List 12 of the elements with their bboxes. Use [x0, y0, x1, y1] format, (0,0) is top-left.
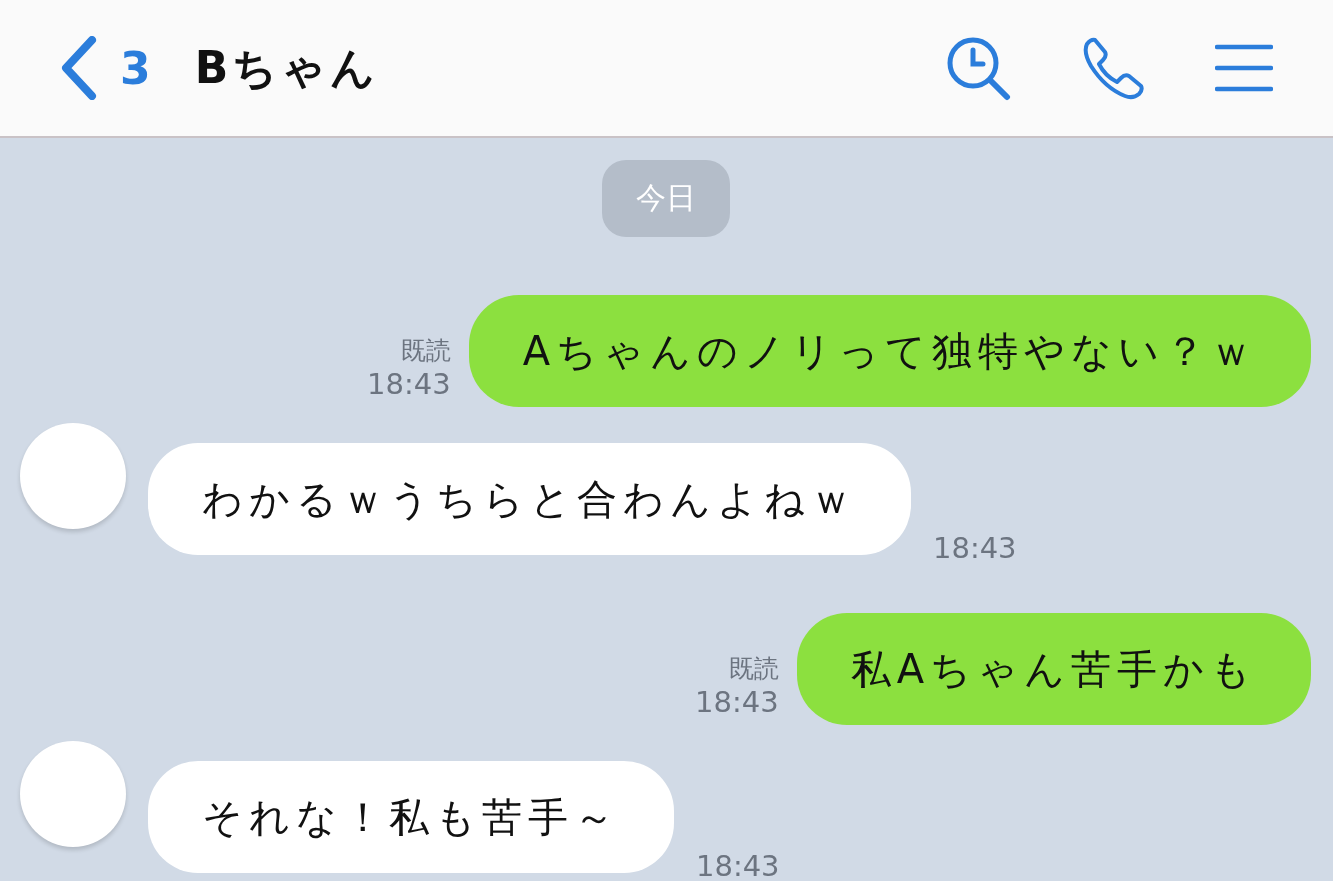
message-time: 18:43	[695, 685, 779, 719]
back-button[interactable]: 3	[58, 36, 151, 100]
phone-icon[interactable]	[1081, 36, 1145, 100]
menu-icon[interactable]	[1215, 43, 1273, 93]
chat-title: Bちゃん	[194, 40, 380, 95]
search-icon[interactable]	[945, 35, 1011, 101]
read-receipt: 既読	[728, 653, 779, 685]
message-time: 18:43	[696, 849, 780, 881]
read-receipt: 既読	[400, 335, 451, 367]
date-label: 今日	[601, 160, 730, 237]
message-time: 18:43	[367, 367, 451, 401]
message-time: 18:43	[933, 531, 1017, 565]
